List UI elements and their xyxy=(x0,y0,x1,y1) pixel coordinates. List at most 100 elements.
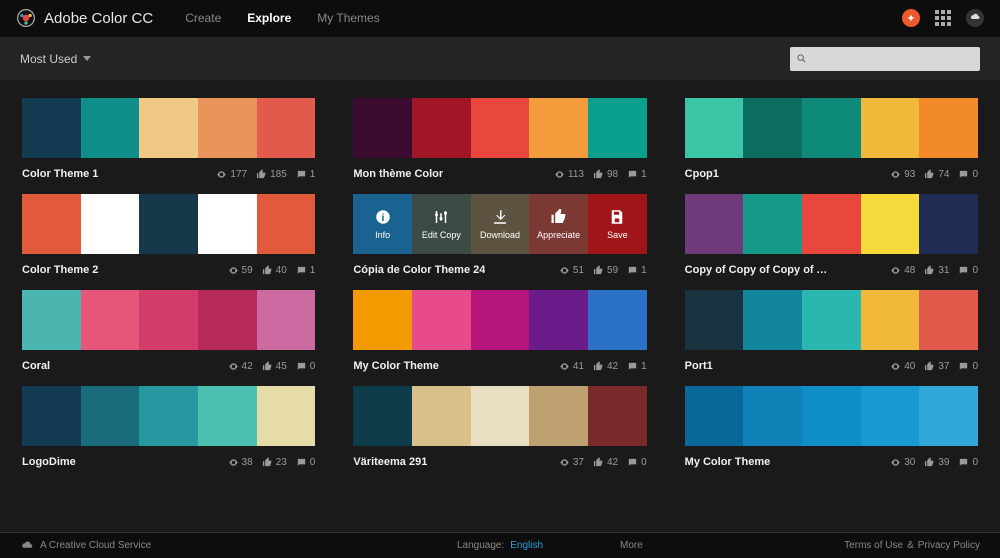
views-stat: 177 xyxy=(216,169,247,180)
swatch xyxy=(81,194,140,254)
theme-meta: Mon thème Color113981 xyxy=(353,168,646,180)
swatch xyxy=(588,98,647,158)
theme-name: Coral xyxy=(22,360,50,372)
swatch-row[interactable] xyxy=(353,386,646,446)
nav-my-themes[interactable]: My Themes xyxy=(317,11,379,25)
filter-bar: Most Used xyxy=(0,36,1000,80)
swatch-row[interactable] xyxy=(353,290,646,350)
theme-meta: My Color Theme41421 xyxy=(353,360,646,372)
search-input[interactable] xyxy=(811,53,974,65)
comments-stat: 1 xyxy=(296,265,316,276)
swatch xyxy=(139,98,198,158)
theme-card[interactable]: Color Theme 259401 xyxy=(22,194,315,276)
theme-card[interactable]: iInfoEdit CopyDownloadAppreciateSave Cópi… xyxy=(353,194,646,276)
creative-cloud-icon[interactable] xyxy=(966,9,984,27)
theme-card[interactable]: My Color Theme30390 xyxy=(685,386,978,468)
likes-stat: 45 xyxy=(262,361,287,372)
search-icon xyxy=(796,53,807,64)
notifications-icon[interactable]: ✦ xyxy=(902,9,920,27)
color-wheel-icon xyxy=(16,8,36,28)
sort-dropdown[interactable]: Most Used xyxy=(20,52,91,66)
theme-meta: Väriteema 29137420 xyxy=(353,456,646,468)
appreciate-button[interactable]: Appreciate xyxy=(529,194,588,254)
save-button[interactable]: Save xyxy=(588,194,647,254)
swatch-row[interactable] xyxy=(685,194,978,254)
theme-card[interactable]: Color Theme 11771851 xyxy=(22,98,315,180)
theme-card[interactable]: Mon thème Color113981 xyxy=(353,98,646,180)
theme-card[interactable]: Väriteema 29137420 xyxy=(353,386,646,468)
logo[interactable]: Adobe Color CC xyxy=(16,8,153,28)
swatch xyxy=(412,386,471,446)
theme-card[interactable]: Port140370 xyxy=(685,290,978,372)
swatch-row[interactable] xyxy=(22,98,315,158)
swatch xyxy=(139,290,198,350)
swatch-row[interactable] xyxy=(22,194,315,254)
swatch xyxy=(353,98,412,158)
theme-meta: Cópia de Color Theme 2451591 xyxy=(353,264,646,276)
views-stat: 38 xyxy=(228,457,253,468)
theme-card[interactable]: LogoDime38230 xyxy=(22,386,315,468)
likes-stat: 37 xyxy=(924,361,949,372)
swatch xyxy=(861,98,920,158)
swatch xyxy=(22,386,81,446)
swatch-row[interactable] xyxy=(685,98,978,158)
theme-card[interactable]: My Color Theme41421 xyxy=(353,290,646,372)
comments-stat: 0 xyxy=(958,169,978,180)
swatch xyxy=(471,386,530,446)
swatch xyxy=(861,386,920,446)
theme-action-overlay: iInfoEdit CopyDownloadAppreciateSave xyxy=(353,194,646,254)
terms-link[interactable]: Terms of Use xyxy=(844,540,903,551)
theme-card[interactable]: Coral42450 xyxy=(22,290,315,372)
info-button[interactable]: iInfo xyxy=(353,194,412,254)
cloud-icon xyxy=(20,539,34,553)
apps-grid-icon[interactable] xyxy=(934,9,952,27)
nav-explore[interactable]: Explore xyxy=(247,11,291,25)
swatch xyxy=(529,290,588,350)
swatch xyxy=(919,98,978,158)
swatch xyxy=(22,194,81,254)
search-box[interactable] xyxy=(790,47,980,71)
comments-stat: 0 xyxy=(296,457,316,468)
comments-stat: 1 xyxy=(296,169,316,180)
download-button[interactable]: Download xyxy=(471,194,530,254)
header-actions: ✦ xyxy=(902,9,984,27)
swatch xyxy=(81,290,140,350)
swatch-row[interactable] xyxy=(685,290,978,350)
swatch-row[interactable] xyxy=(22,386,315,446)
views-stat: 37 xyxy=(559,457,584,468)
privacy-link[interactable]: Privacy Policy xyxy=(918,540,980,551)
swatch xyxy=(257,290,316,350)
theme-name: Color Theme 2 xyxy=(22,264,98,276)
footer-service: A Creative Cloud Service xyxy=(20,539,151,553)
swatch xyxy=(802,98,861,158)
language-selector[interactable]: Language: English xyxy=(457,540,543,551)
swatch-row[interactable] xyxy=(685,386,978,446)
footer: A Creative Cloud Service Language: Engli… xyxy=(0,532,1000,558)
swatch xyxy=(139,194,198,254)
swatch-row[interactable] xyxy=(353,98,646,158)
theme-meta: Color Theme 259401 xyxy=(22,264,315,276)
swatch xyxy=(198,98,257,158)
theme-card[interactable]: Cpop193740 xyxy=(685,98,978,180)
footer-more[interactable]: More xyxy=(620,540,643,551)
comments-stat: 1 xyxy=(627,361,647,372)
views-stat: 42 xyxy=(228,361,253,372)
swatch xyxy=(685,98,744,158)
swatch xyxy=(685,386,744,446)
likes-stat: 59 xyxy=(593,265,618,276)
theme-meta: Cpop193740 xyxy=(685,168,978,180)
swatch-row[interactable]: iInfoEdit CopyDownloadAppreciateSave xyxy=(353,194,646,254)
swatch-row[interactable] xyxy=(22,290,315,350)
theme-name: My Color Theme xyxy=(685,456,771,468)
nav-create[interactable]: Create xyxy=(185,11,221,25)
swatch xyxy=(471,290,530,350)
comments-stat: 0 xyxy=(958,457,978,468)
views-stat: 30 xyxy=(890,457,915,468)
edit-copy-button[interactable]: Edit Copy xyxy=(412,194,471,254)
theme-card[interactable]: Copy of Copy of Copy of Alt...48310 xyxy=(685,194,978,276)
likes-stat: 185 xyxy=(256,169,287,180)
swatch xyxy=(529,98,588,158)
sort-label: Most Used xyxy=(20,52,77,66)
swatch xyxy=(257,194,316,254)
swatch xyxy=(22,98,81,158)
